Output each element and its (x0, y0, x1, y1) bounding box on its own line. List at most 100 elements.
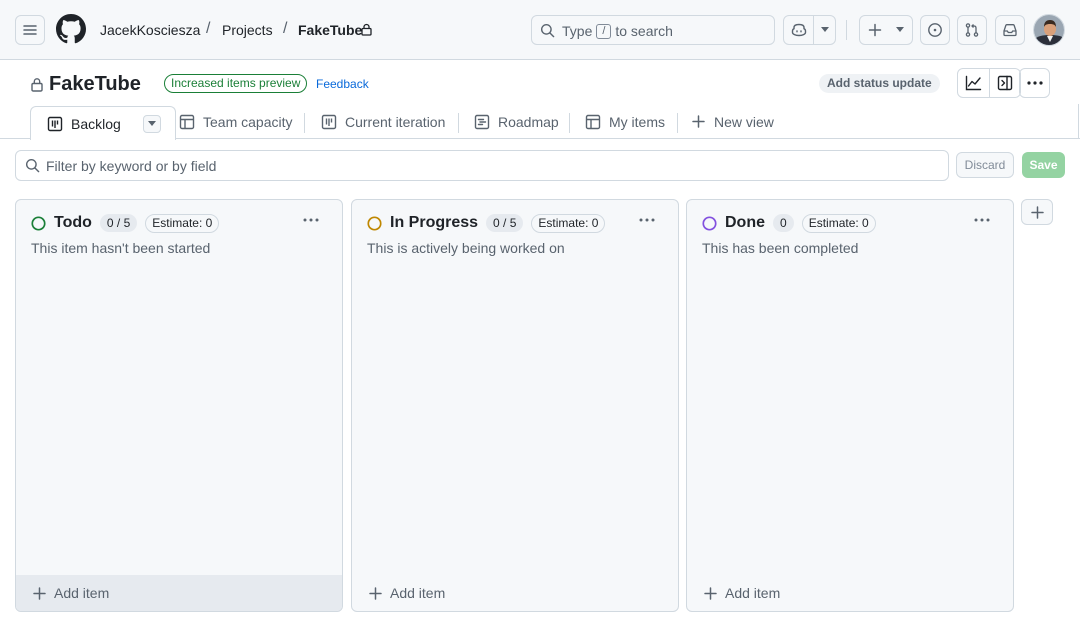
status-circle-icon (702, 215, 717, 231)
board-column-todo: Todo 0 / 5 Estimate: 0 This item hasn't … (15, 199, 343, 612)
column-title: Todo (54, 214, 92, 231)
status-ring (702, 215, 717, 231)
side-panel-button[interactable] (989, 69, 1020, 97)
board-column-in-progress: In Progress 0 / 5 Estimate: 0 This is ac… (351, 199, 679, 612)
column-description: This has been completed (702, 240, 859, 256)
plus-icon (704, 586, 717, 600)
column-menu-button[interactable] (636, 212, 658, 228)
project-actions-group (957, 68, 1021, 98)
copilot-dropdown[interactable] (814, 16, 835, 44)
issues-button[interactable] (920, 15, 950, 45)
copilot-button-group (783, 15, 836, 45)
breadcrumb-owner[interactable]: JacekKosciesza (100, 22, 200, 38)
tab-label: Backlog (71, 115, 121, 132)
add-item-button[interactable]: Add item (16, 575, 342, 611)
lock-icon (361, 23, 372, 36)
tab-current-iteration[interactable]: Current iteration (321, 104, 445, 139)
add-item-button[interactable]: Add item (352, 575, 678, 611)
tab-my-items[interactable]: My items (585, 104, 665, 139)
tab-label: Team capacity (203, 113, 293, 130)
menu-button[interactable] (15, 15, 45, 45)
plus-icon (1030, 205, 1044, 219)
column-estimate: Estimate: 0 (145, 213, 220, 233)
column-menu-button[interactable] (300, 212, 322, 228)
discard-button[interactable]: Discard (956, 152, 1014, 178)
status-circle-icon (31, 215, 46, 231)
column-count: 0 / 5 (486, 214, 524, 232)
status-ring (31, 215, 46, 231)
column-estimate: Estimate: 0 (801, 213, 876, 233)
search-prefix: Type (562, 23, 593, 39)
hamburger-icon (22, 22, 38, 38)
inbox-icon (1002, 22, 1018, 38)
tab-divider (458, 113, 459, 133)
header-divider (846, 20, 847, 40)
column-description: This item hasn't been started (31, 240, 211, 256)
add-item-button[interactable]: Add item (687, 575, 1013, 611)
lock-icon (31, 77, 43, 92)
pull-request-icon (964, 22, 980, 38)
breadcrumb-separator: / (206, 20, 211, 37)
add-item-label: Add item (54, 585, 110, 601)
plus-icon (33, 586, 46, 600)
kebab-horizontal-icon (974, 218, 990, 222)
tab-label: New view (714, 113, 774, 130)
tab-backlog[interactable]: Backlog (30, 106, 176, 140)
github-logo[interactable] (56, 14, 86, 44)
plus-icon (369, 586, 382, 600)
pull-requests-button[interactable] (957, 15, 987, 45)
filter-bar (15, 150, 949, 181)
status-circle-icon (367, 215, 382, 231)
search-shortcut-key: / (596, 23, 612, 39)
breadcrumb-project[interactable]: FakeTube (298, 22, 362, 38)
tab-label: My items (609, 113, 665, 130)
avatar[interactable] (1033, 14, 1065, 46)
add-status-update-button[interactable]: Add status update (819, 74, 940, 93)
search-suffix: to search (615, 23, 673, 39)
plus-icon (860, 16, 890, 44)
new-view-button[interactable]: New view (692, 104, 774, 139)
feedback-link[interactable]: Feedback (316, 77, 369, 91)
table-icon (585, 114, 601, 130)
add-item-label: Add item (725, 585, 781, 601)
plus-icon (692, 115, 705, 128)
insights-button[interactable] (958, 69, 989, 97)
tabbar-edge (1078, 104, 1079, 139)
graph-icon (965, 75, 982, 91)
breadcrumb-projects[interactable]: Projects (222, 22, 273, 38)
copilot-icon (791, 22, 807, 38)
table-icon (179, 114, 195, 130)
board-icon (47, 116, 63, 132)
tab-label: Current iteration (345, 113, 446, 130)
preview-badge: Increased items preview (164, 74, 308, 93)
breadcrumb-separator: / (283, 20, 288, 37)
column-menu-button[interactable] (971, 212, 993, 228)
tab-team-capacity[interactable]: Team capacity (179, 104, 292, 139)
global-search[interactable]: Type / to search (531, 15, 775, 45)
column-title: In Progress (390, 214, 479, 231)
kebab-horizontal-icon (1026, 81, 1043, 85)
kebab-horizontal-icon (303, 218, 319, 222)
search-icon (25, 158, 40, 173)
roadmap-icon (474, 114, 490, 130)
kebab-horizontal-icon (639, 218, 655, 222)
inbox-button[interactable] (995, 15, 1025, 45)
column-count: 0 / 5 (99, 214, 138, 232)
sidebar-expand-icon (997, 75, 1013, 91)
add-column-button[interactable] (1021, 199, 1053, 225)
tab-roadmap[interactable]: Roadmap (474, 104, 559, 139)
filter-input[interactable] (46, 155, 926, 177)
tab-divider (304, 113, 305, 133)
tab-divider (677, 113, 678, 133)
column-title: Done (725, 214, 765, 231)
column-count: 0 (773, 214, 794, 232)
board-icon (321, 114, 337, 130)
save-button[interactable]: Save (1022, 152, 1065, 178)
issue-icon (927, 22, 943, 38)
create-new-button[interactable] (859, 15, 913, 45)
project-menu-button[interactable] (1019, 68, 1050, 98)
copilot-button[interactable] (784, 16, 814, 44)
global-header: JacekKosciesza / Projects / FakeTube Typ… (0, 0, 1080, 60)
tab-options-dropdown[interactable] (142, 114, 161, 133)
tab-label: Roadmap (498, 113, 559, 130)
